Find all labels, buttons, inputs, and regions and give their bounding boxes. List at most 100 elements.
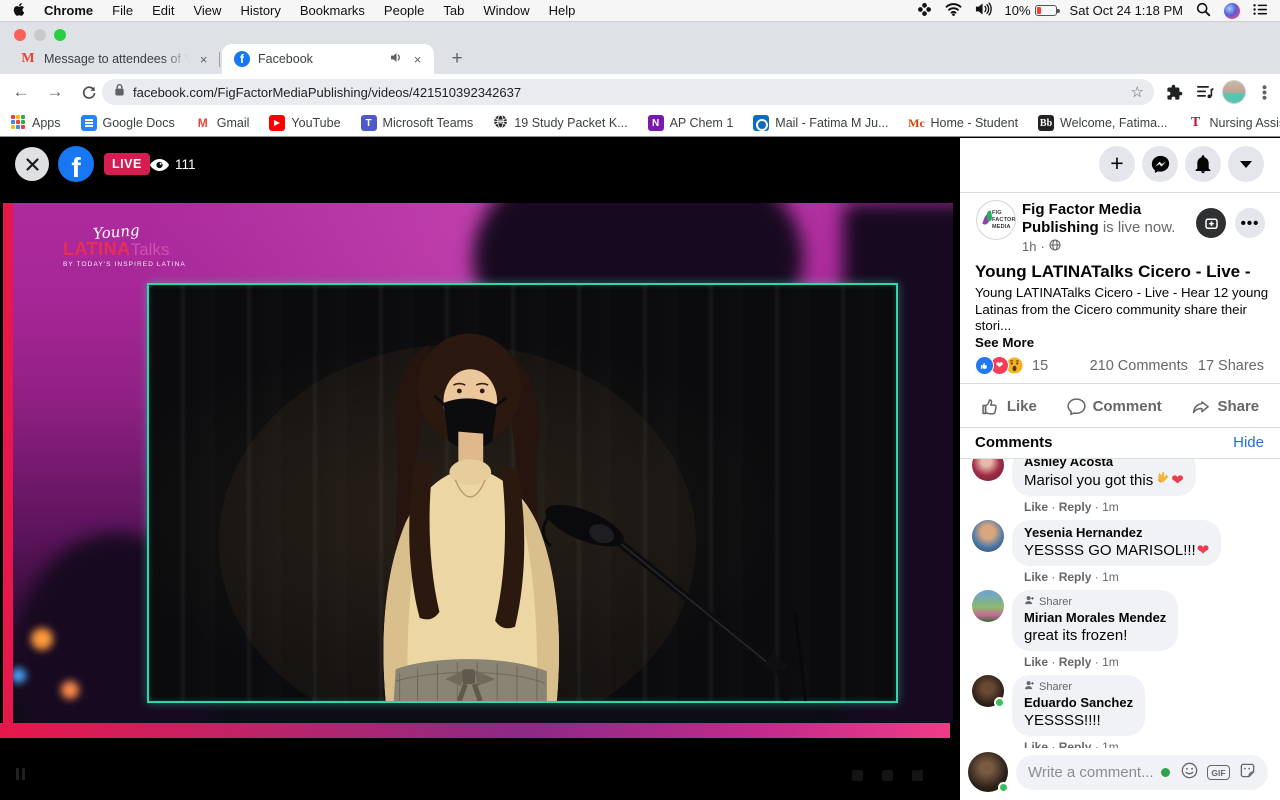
account-menu-button[interactable] bbox=[1228, 146, 1264, 182]
page-avatar[interactable]: FIG FACTOR MEDIA bbox=[976, 200, 1016, 240]
emoji-icon[interactable] bbox=[1181, 762, 1198, 784]
create-button[interactable]: + bbox=[1099, 146, 1135, 182]
menu-item-history[interactable]: History bbox=[240, 3, 280, 18]
gif-icon[interactable]: GIF bbox=[1207, 765, 1230, 780]
self-avatar[interactable] bbox=[968, 752, 1009, 793]
tab-audio-icon[interactable] bbox=[390, 52, 403, 66]
video-frame[interactable]: Young LATINATalks BY TODAY'S INSPIRED LA… bbox=[3, 203, 953, 723]
reaction-count[interactable]: 15 bbox=[1032, 358, 1048, 374]
window-minimize-button[interactable] bbox=[34, 29, 46, 41]
comment-reply-link[interactable]: Reply bbox=[1059, 570, 1092, 584]
messenger-button[interactable] bbox=[1142, 146, 1178, 182]
pause-icon[interactable] bbox=[16, 768, 25, 780]
fan-status-icon[interactable] bbox=[917, 2, 932, 20]
tab-close-icon[interactable]: × bbox=[195, 51, 212, 68]
facebook-logo[interactable]: f bbox=[58, 146, 94, 182]
window-close-button[interactable] bbox=[14, 29, 26, 41]
bookmark-outlook-mail[interactable]: Mail - Fatima M Ju... bbox=[753, 115, 889, 131]
extensions-puzzle-icon[interactable] bbox=[1166, 84, 1183, 101]
menu-item-bookmarks[interactable]: Bookmarks bbox=[300, 3, 365, 18]
notifications-button[interactable] bbox=[1185, 146, 1221, 182]
new-tab-button[interactable]: + bbox=[444, 46, 470, 72]
commenter-avatar[interactable] bbox=[972, 590, 1004, 622]
bookmark-youtube[interactable]: YouTube bbox=[269, 115, 341, 131]
comment-reply-link[interactable]: Reply bbox=[1059, 740, 1092, 748]
player-control-icon[interactable] bbox=[852, 770, 863, 781]
bookmark-ap-chem[interactable]: N AP Chem 1 bbox=[647, 115, 733, 131]
commenter-name[interactable]: Mirian Morales Mendez bbox=[1024, 610, 1166, 626]
commenter-avatar[interactable] bbox=[972, 675, 1005, 708]
post-time[interactable]: 1h bbox=[1022, 239, 1036, 254]
tab-facebook[interactable]: f Facebook × bbox=[222, 44, 434, 74]
bookmark-blackboard[interactable]: Bb Welcome, Fatima... bbox=[1038, 115, 1167, 131]
wifi-icon[interactable] bbox=[945, 2, 962, 19]
menu-item-tab[interactable]: Tab bbox=[443, 3, 464, 18]
menu-item-help[interactable]: Help bbox=[549, 3, 576, 18]
battery-indicator[interactable]: 10% bbox=[1005, 3, 1060, 18]
comment-time[interactable]: 1m bbox=[1102, 570, 1119, 584]
comment-time[interactable]: 1m bbox=[1102, 655, 1119, 669]
menu-item-file[interactable]: File bbox=[112, 3, 133, 18]
commenter-name[interactable]: Eduardo Sanchez bbox=[1024, 695, 1133, 711]
comment-like-link[interactable]: Like bbox=[1024, 740, 1048, 748]
bookmark-microsoft-teams[interactable]: T Microsoft Teams bbox=[360, 115, 473, 131]
commenter-name[interactable]: Ashley Acosta bbox=[1024, 459, 1184, 470]
bookmark-study-packet[interactable]: 19 Study Packet K... bbox=[493, 114, 628, 132]
page-name[interactable]: Fig Factor Media Publishing is live now. bbox=[1022, 201, 1188, 237]
bookmark-gmail[interactable]: M Gmail bbox=[195, 115, 250, 131]
live-video-player[interactable]: f LIVE 111 Young LATINATalks BY TODAY'S … bbox=[0, 138, 960, 800]
commenter-avatar[interactable] bbox=[972, 459, 1004, 481]
see-more-link[interactable]: See More bbox=[975, 335, 1034, 350]
save-video-button[interactable] bbox=[1196, 208, 1226, 238]
siri-icon[interactable] bbox=[1224, 2, 1240, 19]
comment-button[interactable]: Comment bbox=[1066, 397, 1162, 416]
comment-like-link[interactable]: Like bbox=[1024, 655, 1048, 669]
address-bar[interactable]: facebook.com/FigFactorMediaPublishing/vi… bbox=[102, 79, 1154, 105]
menu-item-view[interactable]: View bbox=[193, 3, 221, 18]
hide-comments-link[interactable]: Hide bbox=[1233, 434, 1264, 451]
commenter-name[interactable]: Yesenia Hernandez bbox=[1024, 525, 1209, 541]
comment-like-link[interactable]: Like bbox=[1024, 570, 1048, 584]
comment-input[interactable]: Write a comment... GIF bbox=[1016, 755, 1268, 790]
like-reaction-icon[interactable] bbox=[975, 356, 994, 375]
comment-reply-link[interactable]: Reply bbox=[1059, 500, 1092, 514]
player-control-icon[interactable] bbox=[882, 770, 893, 781]
comments-count[interactable]: 210 Comments bbox=[1090, 358, 1188, 374]
comment-reply-link[interactable]: Reply bbox=[1059, 655, 1092, 669]
media-controls-icon[interactable] bbox=[1196, 84, 1214, 100]
browser-menu-icon[interactable]: ••• bbox=[1255, 84, 1272, 100]
like-button[interactable]: Like bbox=[981, 397, 1037, 416]
bookmark-star-icon[interactable]: ☆ bbox=[1131, 83, 1144, 101]
shares-count[interactable]: 17 Shares bbox=[1198, 358, 1264, 374]
commenter-avatar[interactable] bbox=[972, 520, 1004, 552]
menu-item-window[interactable]: Window bbox=[483, 3, 529, 18]
forward-button[interactable]: → bbox=[42, 79, 68, 105]
sticker-icon[interactable] bbox=[1239, 762, 1256, 784]
fullscreen-icon[interactable] bbox=[912, 770, 923, 781]
volume-icon[interactable] bbox=[975, 2, 992, 19]
comment-like-link[interactable]: Like bbox=[1024, 500, 1048, 514]
menu-item-people[interactable]: People bbox=[384, 3, 424, 18]
profile-avatar[interactable] bbox=[1222, 80, 1246, 104]
menu-bar-clock[interactable]: Sat Oct 24 1:18 PM bbox=[1070, 3, 1183, 18]
comment-time[interactable]: 1m bbox=[1102, 740, 1119, 748]
bookmark-google-docs[interactable]: Google Docs bbox=[80, 115, 175, 131]
tab-close-icon[interactable]: × bbox=[409, 51, 426, 68]
notification-center-icon[interactable] bbox=[1253, 3, 1268, 19]
share-button[interactable]: Share bbox=[1191, 397, 1259, 416]
bookmark-nursing-assistant[interactable]: T Nursing Assistant... bbox=[1187, 115, 1280, 131]
close-video-button[interactable] bbox=[15, 147, 49, 181]
comment-time[interactable]: 1m bbox=[1102, 500, 1119, 514]
back-button[interactable]: ← bbox=[8, 79, 34, 105]
menu-item-chrome[interactable]: Chrome bbox=[44, 3, 93, 18]
post-options-button[interactable]: ••• bbox=[1235, 208, 1265, 238]
spotlight-search-icon[interactable] bbox=[1196, 2, 1211, 20]
tab-gmail-message[interactable]: M Message to attendees of Youn × bbox=[10, 44, 218, 74]
window-zoom-button[interactable] bbox=[54, 29, 66, 41]
reload-button[interactable] bbox=[76, 79, 102, 105]
apple-menu-icon[interactable] bbox=[12, 2, 25, 20]
menu-item-edit[interactable]: Edit bbox=[152, 3, 174, 18]
bookmark-mcgraw-home[interactable]: Mc Home - Student bbox=[908, 115, 1018, 131]
bookmark-apps[interactable]: Apps bbox=[10, 115, 61, 131]
comments-list[interactable]: Ashley Acosta Marisol you got this ❤ Like… bbox=[960, 459, 1280, 748]
